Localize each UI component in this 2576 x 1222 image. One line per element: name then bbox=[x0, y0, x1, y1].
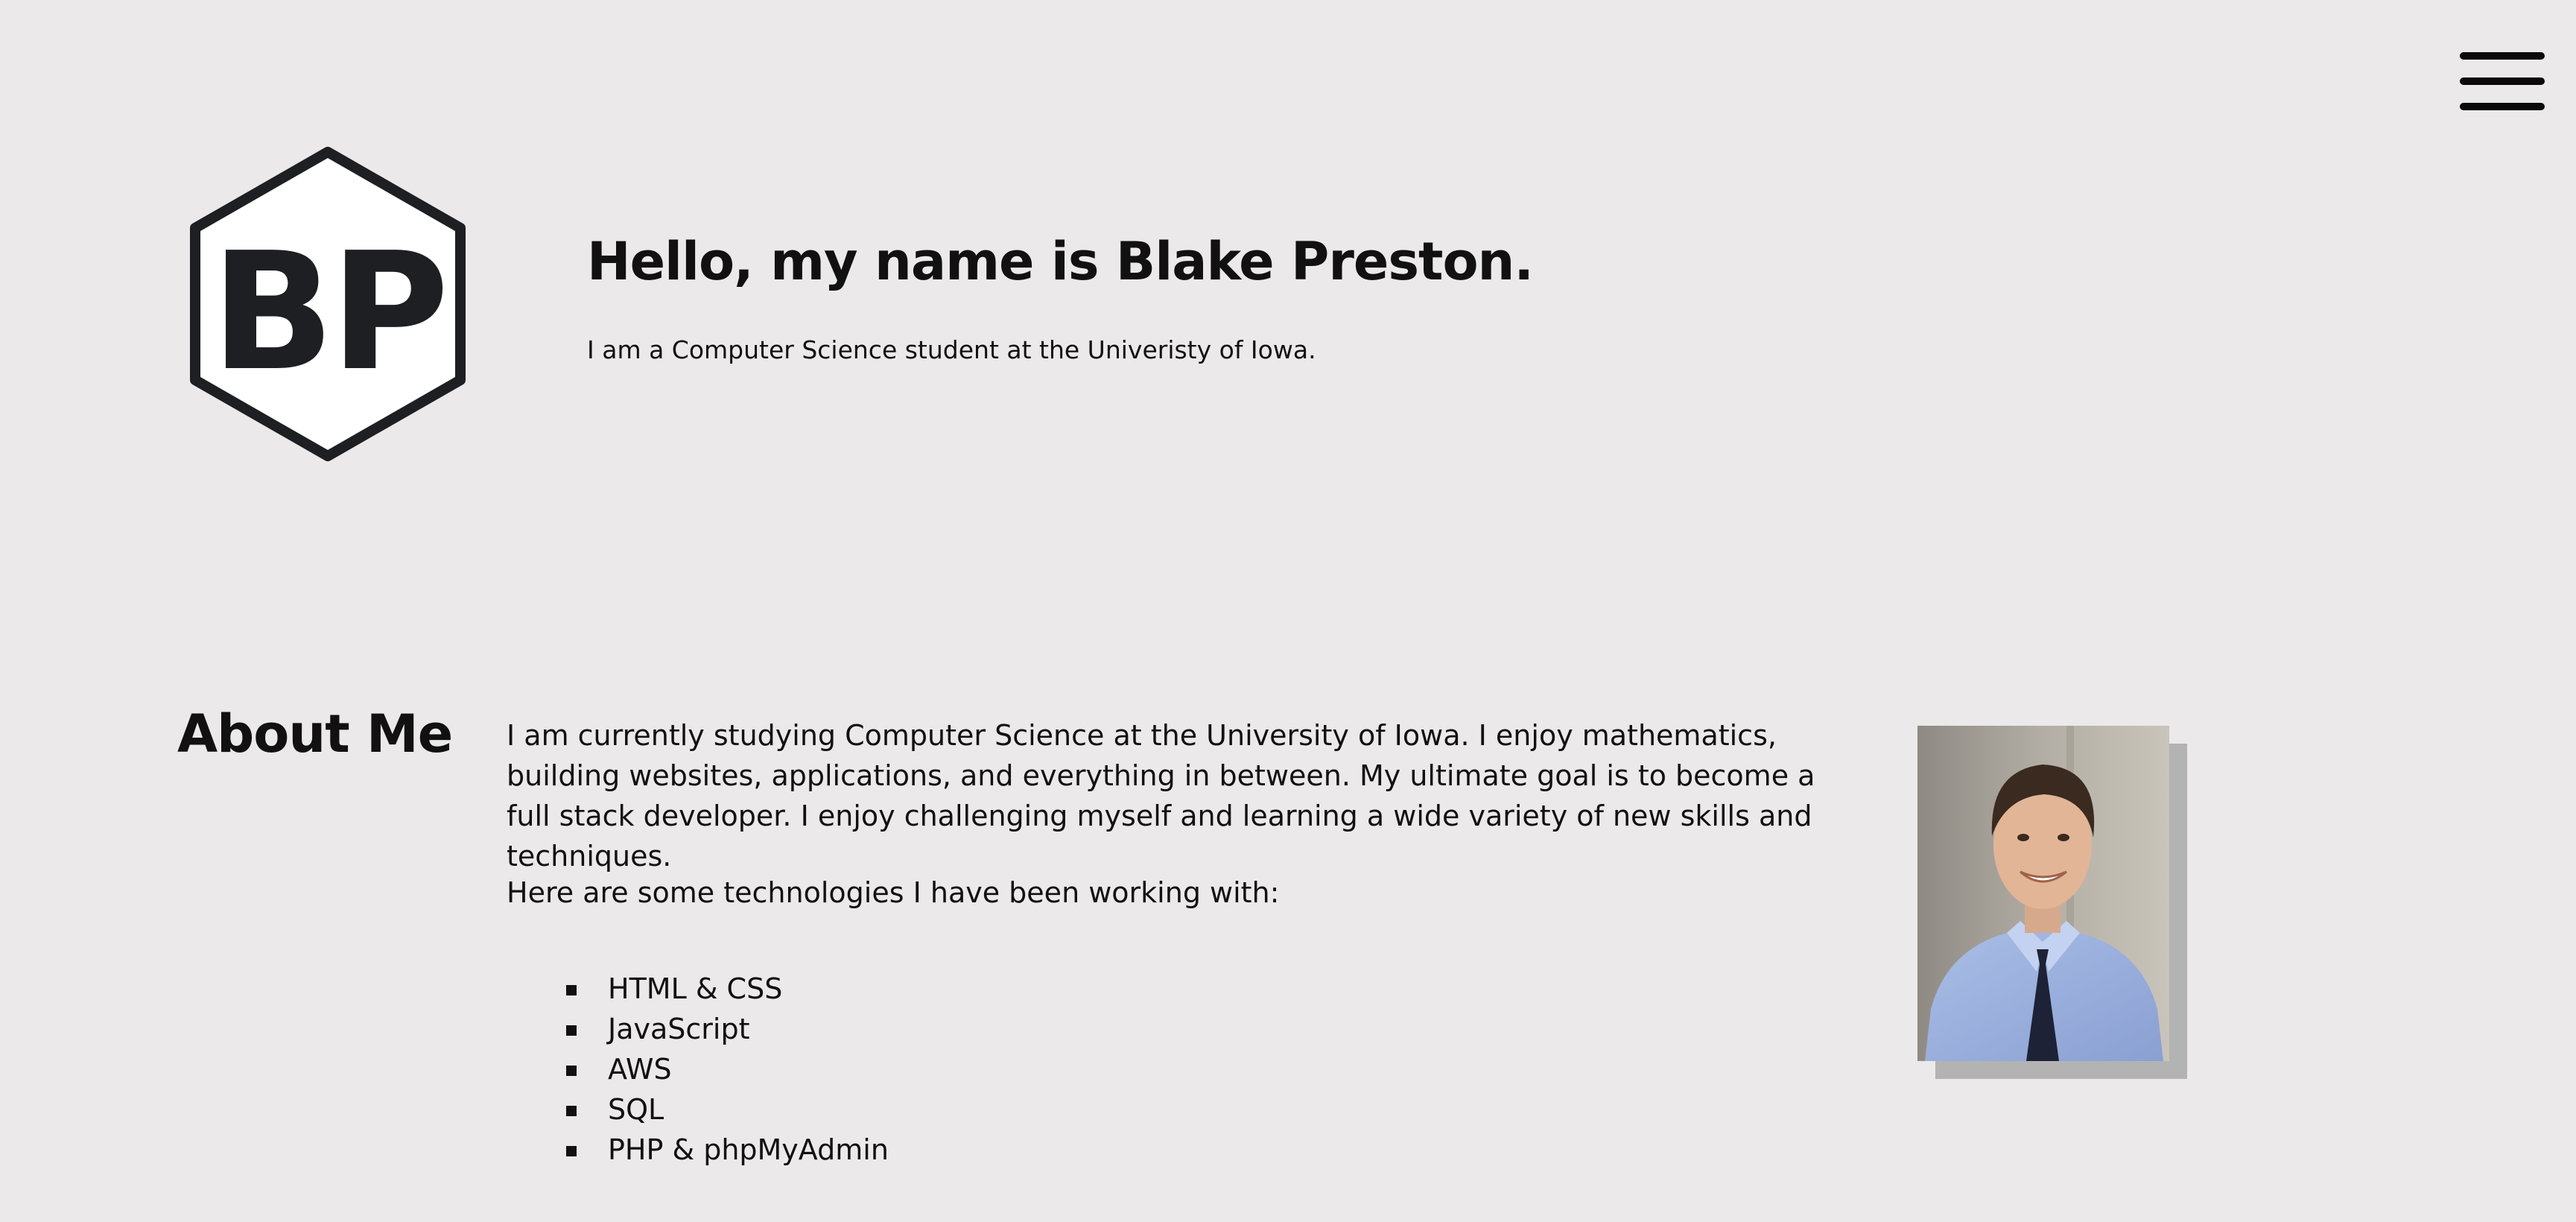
logo-monogram: BP bbox=[211, 218, 445, 407]
hero-subtitle: I am a Computer Science student at the U… bbox=[587, 335, 1316, 364]
technology-label: SQL bbox=[608, 1093, 664, 1126]
profile-photo bbox=[1917, 726, 2169, 1061]
technology-list: HTML & CSS JavaScript AWS SQL PHP & phpM… bbox=[566, 969, 889, 1170]
tech-intro-text: Here are some technologies I have been w… bbox=[507, 876, 1280, 909]
menu-bar-bottom bbox=[2460, 103, 2545, 110]
profile-photo-frame bbox=[1917, 726, 2187, 1079]
square-bullet-icon bbox=[566, 1146, 577, 1156]
technology-label: JavaScript bbox=[608, 1013, 750, 1045]
person-portrait-icon bbox=[1917, 726, 2169, 1061]
list-item: AWS bbox=[566, 1049, 889, 1089]
hero-title: Hello, my name is Blake Preston. bbox=[587, 231, 1534, 292]
about-heading: About Me bbox=[177, 703, 453, 764]
technology-label: AWS bbox=[608, 1053, 672, 1086]
list-item: HTML & CSS bbox=[566, 969, 889, 1009]
about-paragraph: I am currently studying Computer Science… bbox=[507, 719, 1815, 873]
list-item: JavaScript bbox=[566, 1009, 889, 1049]
menu-bar-top bbox=[2460, 52, 2545, 60]
hexagon-logo-icon: BP bbox=[190, 147, 466, 461]
square-bullet-icon bbox=[566, 1066, 577, 1076]
technology-label: PHP & phpMyAdmin bbox=[608, 1133, 889, 1166]
square-bullet-icon bbox=[566, 985, 577, 995]
technology-label: HTML & CSS bbox=[608, 972, 783, 1005]
portfolio-page: BP Hello, my name is Blake Preston. I am… bbox=[0, 0, 2576, 1222]
menu-bar-middle bbox=[2460, 77, 2545, 85]
bp-logo[interactable]: BP bbox=[186, 146, 469, 463]
square-bullet-icon bbox=[566, 1025, 577, 1036]
square-bullet-icon bbox=[566, 1106, 577, 1116]
list-item: PHP & phpMyAdmin bbox=[566, 1130, 889, 1170]
list-item: SQL bbox=[566, 1089, 889, 1130]
hamburger-menu-icon[interactable] bbox=[2458, 46, 2548, 118]
